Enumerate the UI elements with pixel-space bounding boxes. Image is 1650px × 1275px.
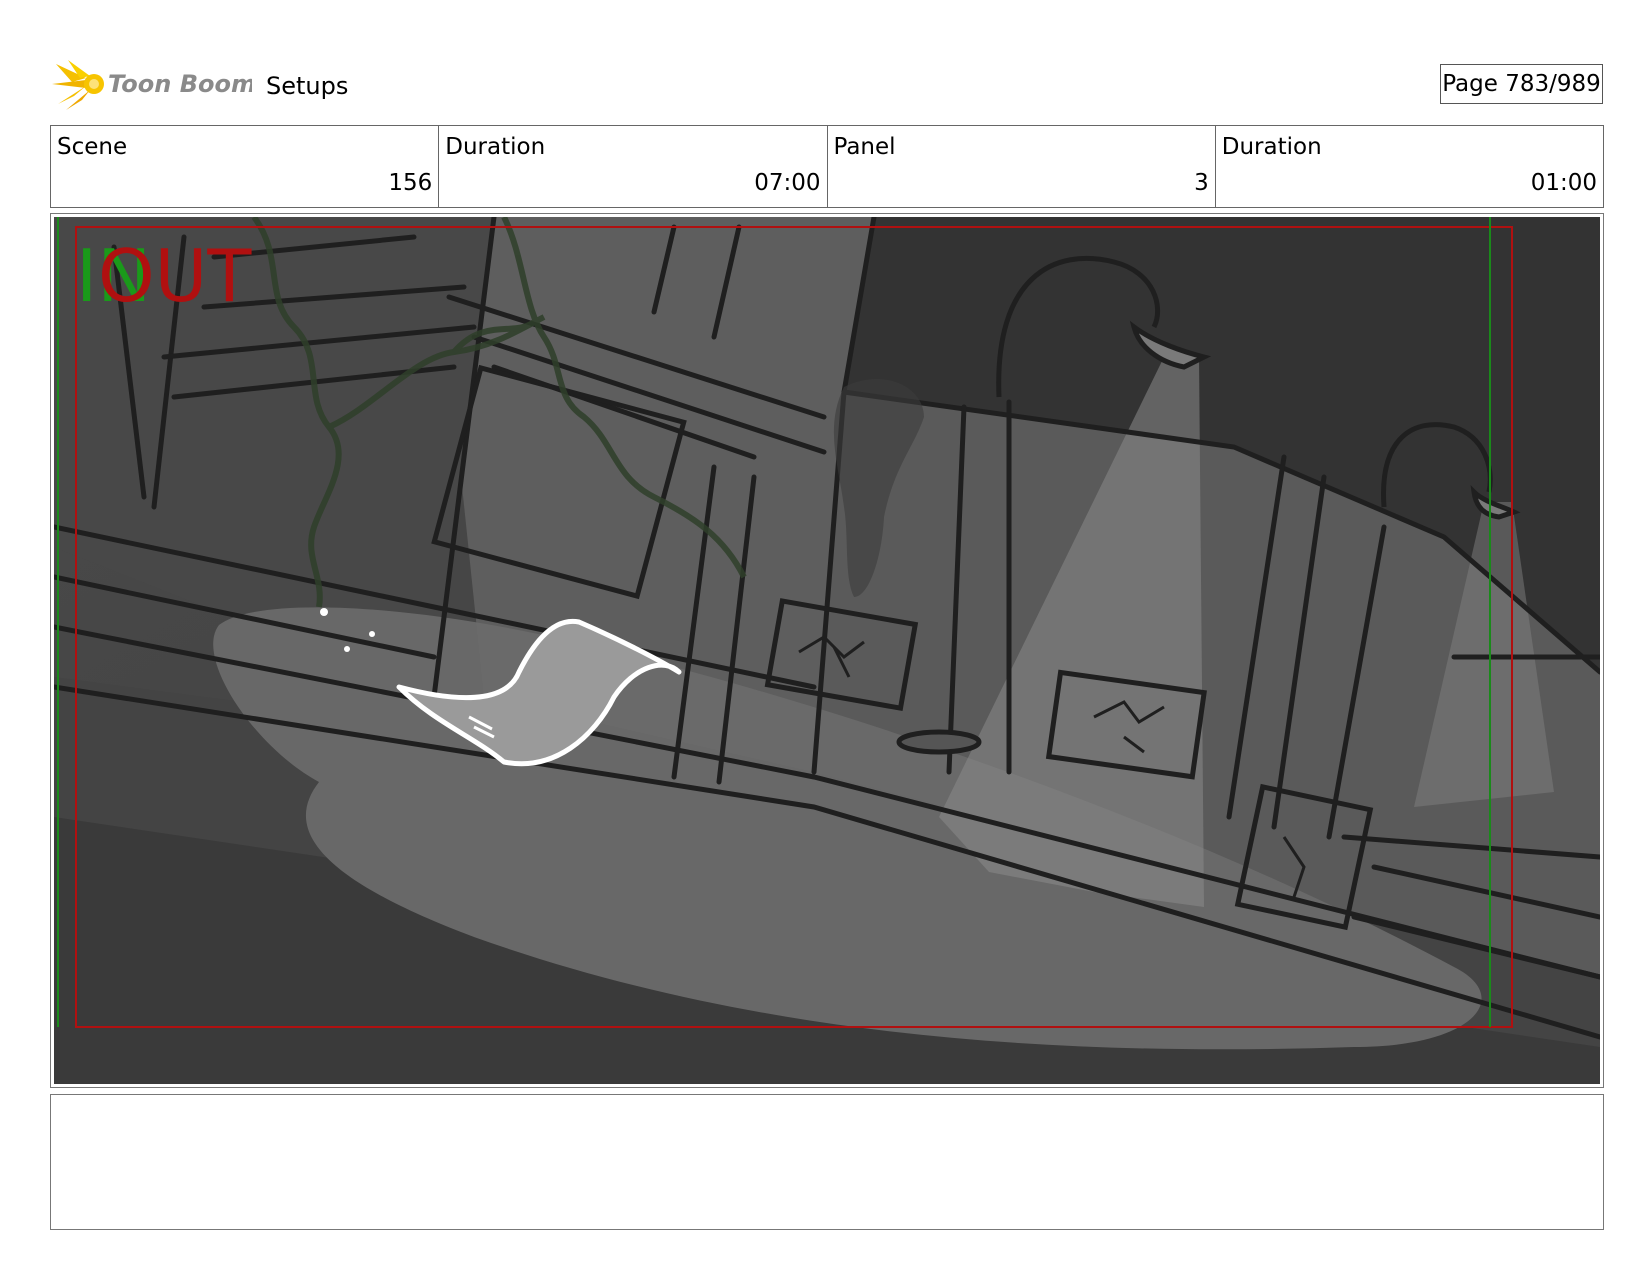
logo-text: Toon Boom <box>108 70 252 98</box>
panel-cell: Panel 3 <box>828 126 1216 207</box>
panel-value: 3 <box>1194 170 1209 196</box>
scene-duration-value: 07:00 <box>754 170 821 196</box>
info-table: Scene 156 Duration 07:00 Panel 3 Duratio… <box>50 125 1604 208</box>
scene-duration-label: Duration <box>445 134 546 160</box>
out-marker: OUT <box>98 234 252 318</box>
scene-cell: Scene 156 <box>51 126 440 207</box>
toon-boom-logo: Toon Boom <box>52 56 252 112</box>
page-number: Page 783/989 <box>1440 64 1603 104</box>
panel-duration-value: 01:00 <box>1530 170 1597 196</box>
panel-duration-label: Duration <box>1221 134 1322 160</box>
project-title: Setups <box>266 72 349 100</box>
scene-duration-cell: Duration 07:00 <box>439 126 828 207</box>
scene-value: 156 <box>388 170 433 196</box>
scene-label: Scene <box>57 134 128 160</box>
storyboard-panel-image: IN OUT <box>54 217 1600 1084</box>
panel-label: Panel <box>833 134 896 160</box>
panel-notes <box>50 1094 1604 1230</box>
starburst-icon <box>52 60 104 110</box>
panel-duration-cell: Duration 01:00 <box>1216 126 1603 207</box>
